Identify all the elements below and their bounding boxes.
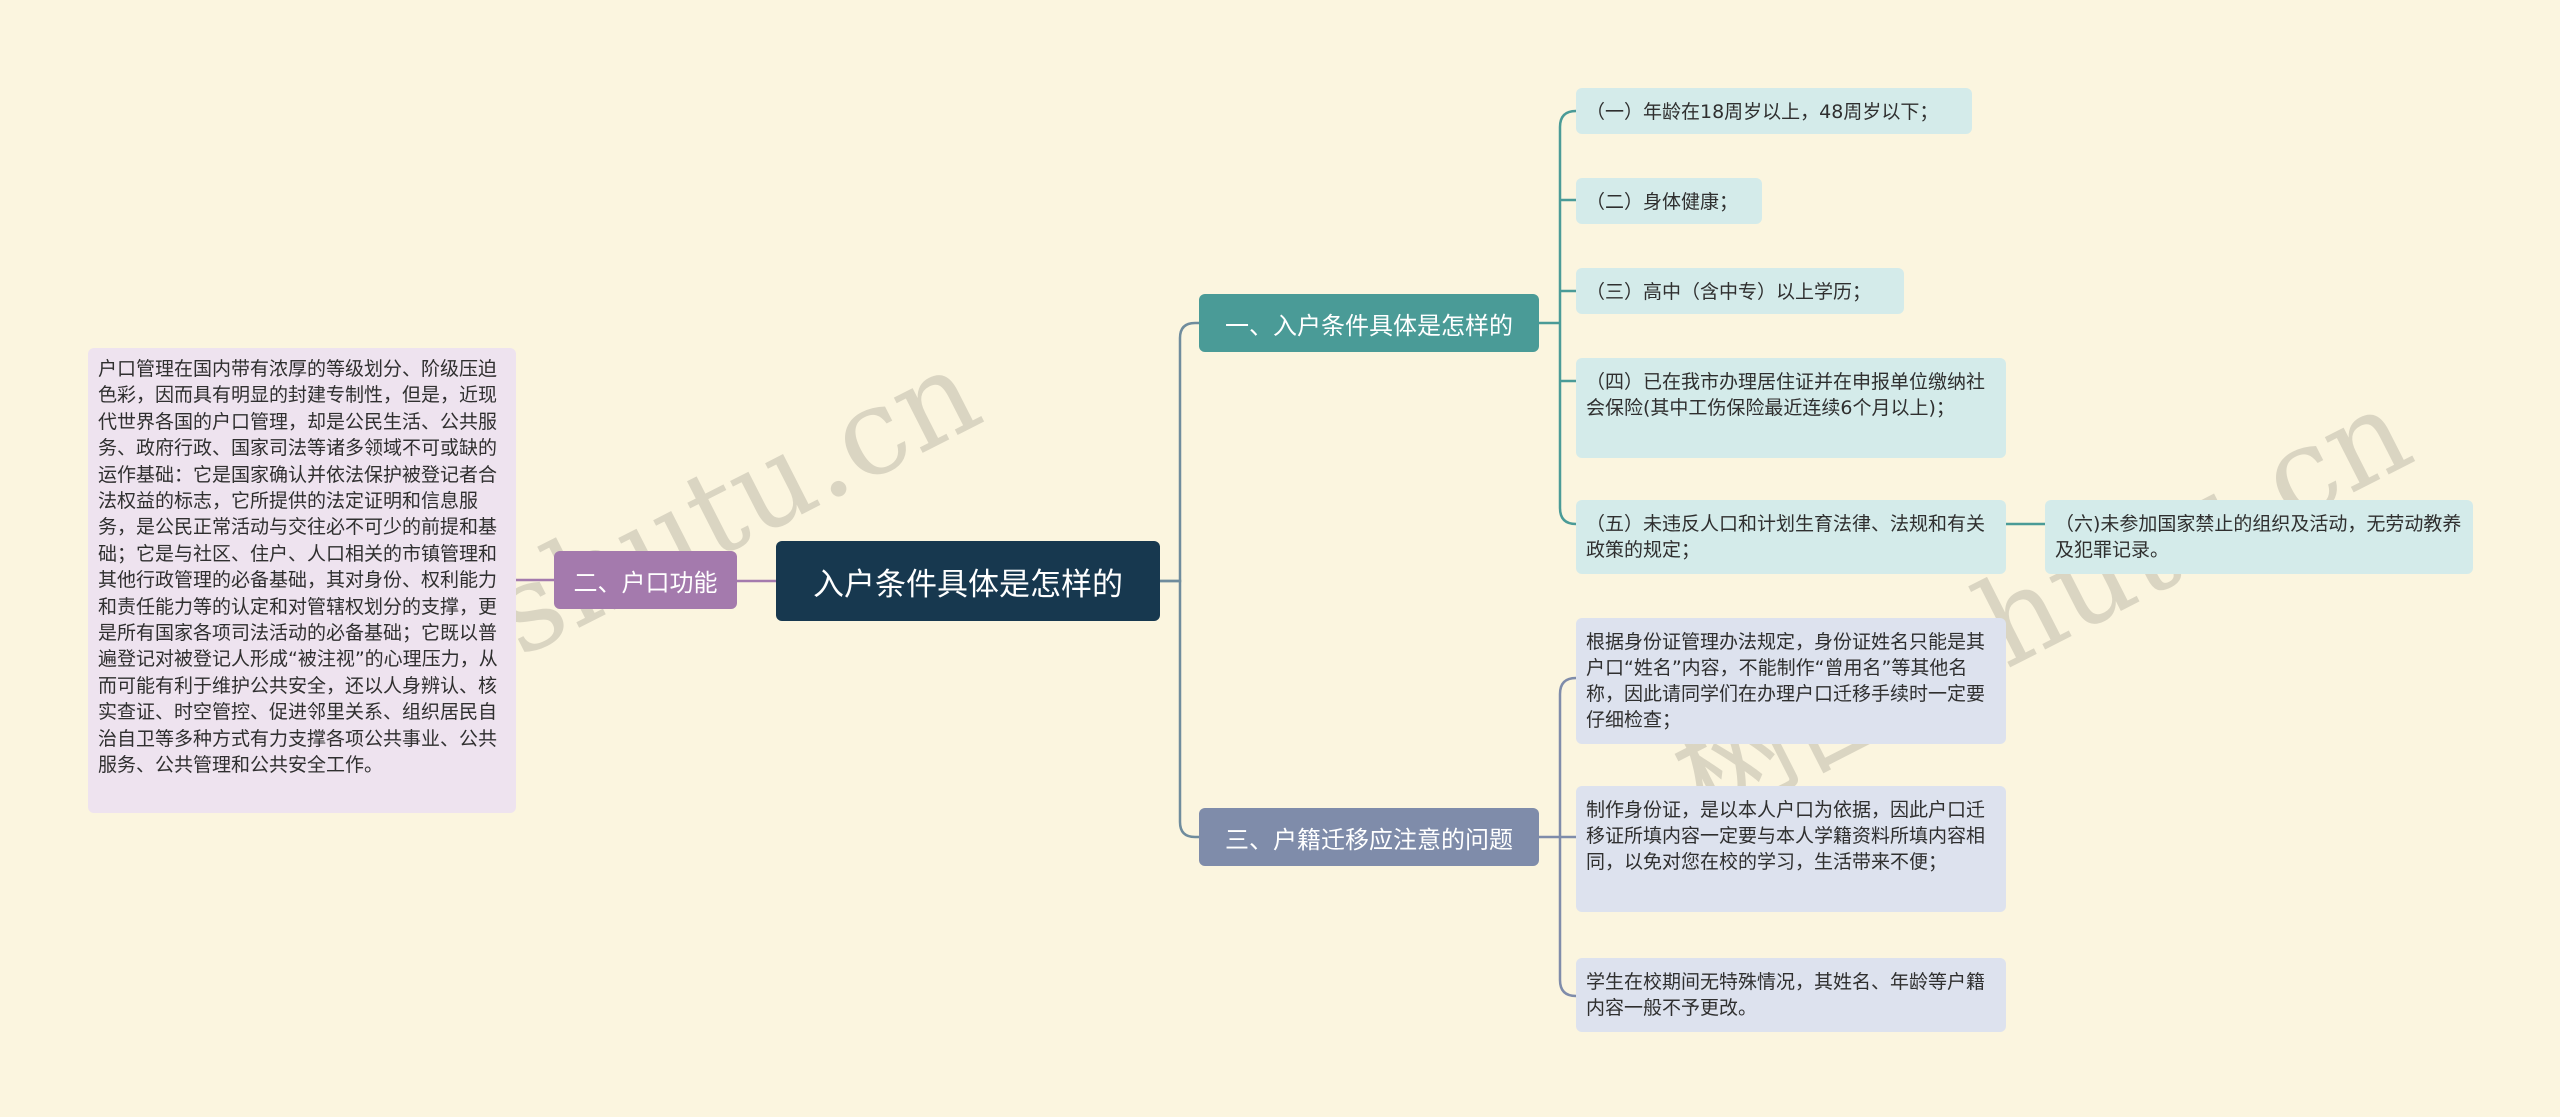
leaf-condition-6[interactable]: （六)未参加国家禁止的组织及活动，无劳动教养及犯罪记录。 [2045,500,2473,574]
connector-root-b1 [1160,321,1199,583]
leaf-household-function-text[interactable]: 户口管理在国内带有浓厚的等级划分、阶级压迫色彩，因而具有明显的封建专制性，但是，… [88,348,516,813]
root-node[interactable]: 入户条件具体是怎样的 [776,541,1160,621]
connector-b1-children [1539,109,1577,526]
leaf-migration-note-1[interactable]: 根据身份证管理办法规定，身份证姓名只能是其户口“姓名”内容，不能制作“曾用名”等… [1576,618,2006,744]
branch-entry-conditions[interactable]: 一、入户条件具体是怎样的 [1199,294,1539,352]
leaf-migration-note-2[interactable]: 制作身份证，是以本人户口为依据，因此户口迁移证所填内容一定要与本人学籍资料所填内… [1576,786,2006,912]
leaf-condition-5[interactable]: （五）未违反人口和计划生育法律、法规和有关政策的规定； [1576,500,2006,574]
branch-migration-notes[interactable]: 三、户籍迁移应注意的问题 [1199,808,1539,866]
branch-household-function[interactable]: 二、户口功能 [554,551,737,609]
mindmap-canvas: shutu.cn 树图 shutu.cn 入户条件具体是怎样的 一、入户条件具体… [0,0,2560,1117]
leaf-condition-4[interactable]: （四）已在我市办理居住证并在申报单位缴纳社会保险(其中工伤保险最近连续6个月以上… [1576,358,2006,458]
leaf-condition-3[interactable]: （三）高中（含中专）以上学历； [1576,268,1904,314]
leaf-migration-note-3[interactable]: 学生在校期间无特殊情况，其姓名、年龄等户籍内容一般不予更改。 [1576,958,2006,1032]
leaf-condition-2[interactable]: （二）身体健康； [1576,178,1762,224]
leaf-condition-1[interactable]: （一）年龄在18周岁以上，48周岁以下； [1576,88,1972,134]
connector-root-b3 [1160,579,1199,839]
